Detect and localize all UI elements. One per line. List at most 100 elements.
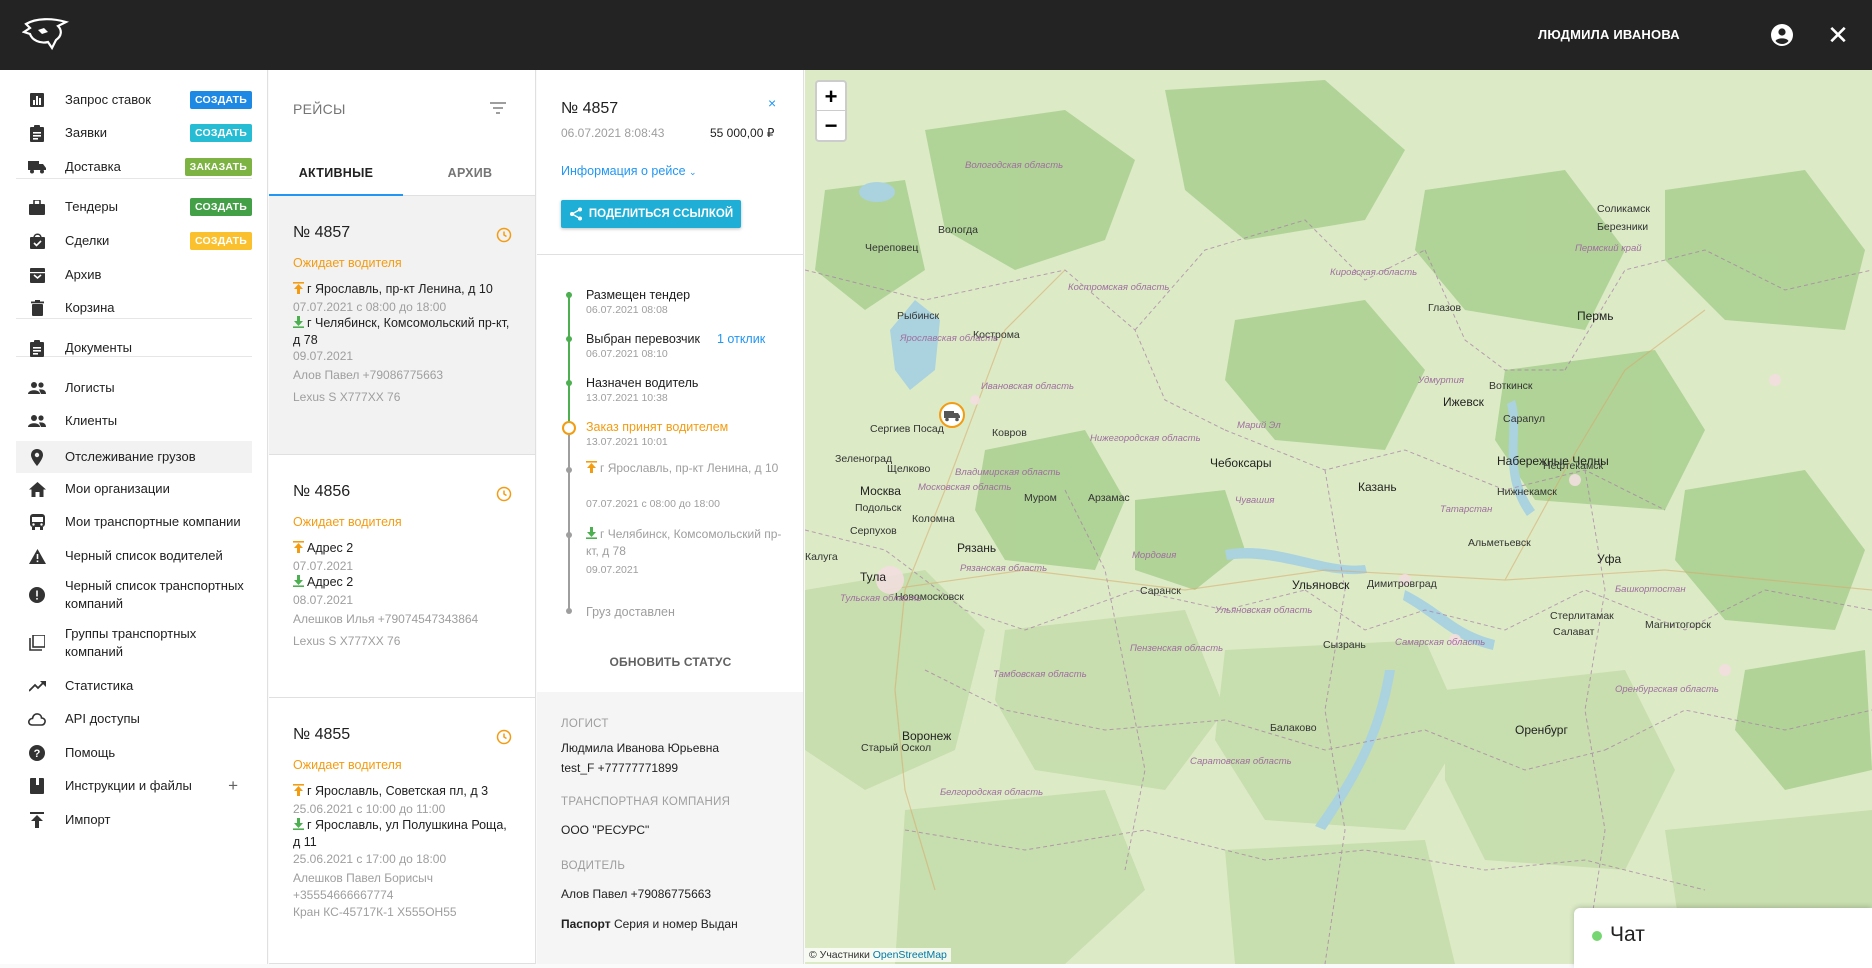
pickup-address-text: г Ярославль, пр-кт Ленина, д 10 [600, 461, 779, 475]
upload-icon [26, 811, 48, 829]
sidebar-item[interactable]: Группы транспортных компаний [16, 623, 252, 663]
sidebar-item[interactable]: Статистика [16, 672, 252, 700]
map-region-label: Марий Эл [1237, 420, 1281, 431]
sidebar-item[interactable]: Отслеживание грузов [16, 441, 252, 473]
sidebar-item[interactable]: Черный список транспортных компаний [16, 575, 252, 615]
map-region-label: Ярославская область [900, 333, 999, 344]
sidebar-item[interactable]: API доступы [16, 705, 252, 733]
openstreetmap-link[interactable]: OpenStreetMap [873, 949, 947, 961]
map-city-label: Салават [1553, 626, 1595, 638]
trips-title: РЕЙСЫ [293, 101, 346, 117]
map-region-label: Рязанская область [960, 563, 1048, 574]
sidebar-item[interactable]: Доставка ЗАКАЗАТЬ [16, 153, 252, 181]
trip-card-from-date: 07.07.2021 [293, 559, 354, 573]
sidebar-create-badge[interactable]: ЗАКАЗАТЬ [184, 158, 252, 176]
timeline-step-date: 09.07.2021 [586, 564, 639, 576]
share-link-button[interactable]: ПОДЕЛИТЬСЯ ССЫЛКОЙ [561, 200, 741, 228]
account-circle-icon[interactable] [1770, 23, 1794, 47]
sidebar-create-badge[interactable]: СОЗДАТЬ [190, 91, 252, 109]
error-icon [26, 586, 48, 604]
trip-card-from: г Ярославль, Советская пл, д 3 [293, 783, 513, 800]
zoom-out-button[interactable]: − [817, 111, 845, 140]
close-icon[interactable]: ✕ [1825, 22, 1851, 48]
map-city-label: Арзамас [1088, 492, 1130, 504]
sidebar-item[interactable]: Мои транспортные компании [16, 508, 252, 536]
trip-card-status: Ожидает водителя [293, 256, 402, 270]
document-icon [26, 339, 48, 357]
location-pin-icon [26, 448, 48, 466]
map-city-label: Балаково [1270, 722, 1317, 734]
sidebar-item[interactable]: Сделки СОЗДАТЬ [16, 227, 252, 255]
trip-card-from: Адрес 2 [293, 540, 513, 557]
trip-card[interactable]: № 4857 Ожидает водителя г Ярославль, пр-кт… [269, 196, 535, 455]
trip-info-link[interactable]: Информация о рейсе ⌄ [561, 164, 697, 178]
map-city-label: Сызрань [1323, 639, 1366, 651]
sidebar-item[interactable]: Импорт [16, 806, 252, 834]
trip-card-to: Адрес 2 [293, 574, 513, 591]
sidebar-create-badge[interactable]: СОЗДАТЬ [190, 124, 252, 142]
filter-icon[interactable] [488, 100, 508, 116]
map-city-label: Москва [860, 484, 901, 498]
chat-label: Чат [1610, 923, 1645, 946]
sidebar-item[interactable]: Заявки СОЗДАТЬ [16, 119, 252, 147]
clock-icon [496, 729, 512, 745]
tab-archive[interactable]: АРХИВ [403, 166, 535, 180]
sidebar-item-label: Заявки [65, 125, 107, 140]
sidebar-item[interactable]: Корзина [16, 294, 252, 322]
trip-card[interactable]: № 4856 Ожидает водителя Адрес 2 07.07.2021 А… [269, 455, 535, 698]
timeline-dot [566, 292, 572, 298]
upload-arrow-icon [293, 784, 304, 796]
map-city-label: Соликамск [1597, 203, 1650, 215]
logo-icon[interactable] [22, 16, 70, 52]
sidebar-create-badge[interactable]: СОЗДАТЬ [190, 198, 252, 216]
map-city-label: Ульяновск [1292, 578, 1350, 592]
update-status-button[interactable]: ОБНОВИТЬ СТАТУС [537, 655, 803, 669]
sidebar-item[interactable]: ? Помощь [16, 739, 252, 767]
passport-label: Паспорт [561, 917, 611, 931]
top-bar: ЛЮДМИЛА ИВАНОВА ✕ [0, 0, 1872, 70]
tracking-map[interactable]: + − Вологда Череповец Рыбинск Кострома С… [805, 70, 1872, 964]
timeline-dot [566, 532, 572, 538]
download-arrow-icon [293, 818, 304, 830]
chat-widget[interactable]: Чат [1574, 908, 1872, 968]
sidebar-item[interactable]: Запрос ставок СОЗДАТЬ [16, 86, 252, 114]
map-city-label: Магнитогорск [1645, 619, 1711, 631]
map-region-label: Мордовия [1132, 550, 1177, 561]
sidebar-item[interactable]: Мои организации [16, 475, 252, 503]
user-name[interactable]: ЛЮДМИЛА ИВАНОВА [1538, 27, 1680, 42]
map-city-label: Муром [1024, 492, 1057, 504]
upload-arrow-icon [586, 461, 597, 473]
map-city-label: Вологда [938, 224, 979, 236]
cloud-icon [26, 710, 48, 728]
zoom-in-button[interactable]: + [817, 82, 845, 111]
responses-link[interactable]: 1 отклик [717, 332, 765, 346]
from-address: г Ярославль, пр-кт Ленина, д 10 [307, 282, 493, 296]
sidebar-item[interactable]: Логисты [16, 374, 252, 402]
sidebar-item[interactable]: Клиенты [16, 407, 252, 435]
sidebar-item[interactable]: Архив [16, 261, 252, 289]
sidebar-item[interactable]: Черный список водителей [16, 542, 252, 570]
map-region-label: Ивановская область [981, 381, 1075, 392]
sidebar-item[interactable]: Документы [16, 334, 252, 362]
map-city-label: Пермь [1577, 309, 1614, 323]
sidebar-item-label: Тендеры [65, 199, 119, 214]
close-detail-icon[interactable]: × [768, 95, 776, 111]
sidebar-item[interactable]: Тендеры СОЗДАТЬ [16, 193, 252, 221]
sidebar-item-label: Черный список транспортных компаний [65, 578, 244, 611]
timeline-pickup-address: г Ярославль, пр-кт Ленина, д 10 [586, 460, 786, 477]
expand-plus-icon[interactable]: + [228, 776, 238, 796]
map-city-label: Сергиев Посад [870, 423, 944, 435]
sidebar-item[interactable]: Инструкции и файлы + [16, 772, 252, 800]
map-city-label: Череповец [865, 242, 919, 254]
trip-card-from: г Ярославль, пр-кт Ленина, д 10 [293, 281, 513, 298]
sidebar-create-badge[interactable]: СОЗДАТЬ [190, 232, 252, 250]
trip-card[interactable]: № 4855 Ожидает водителя г Ярославль, Совет… [269, 698, 535, 964]
trip-card-status: Ожидает водителя [293, 758, 402, 772]
trip-card-status: Ожидает водителя [293, 515, 402, 529]
tab-active[interactable]: АКТИВНЫЕ [269, 166, 403, 180]
book-icon [26, 777, 48, 795]
share-link-label: ПОДЕЛИТЬСЯ ССЫЛКОЙ [588, 208, 734, 220]
map-city-label: Уфа [1597, 552, 1622, 566]
map-city-label: Воронеж [902, 729, 952, 743]
trip-card-to-date: 09.07.2021 [293, 349, 354, 363]
